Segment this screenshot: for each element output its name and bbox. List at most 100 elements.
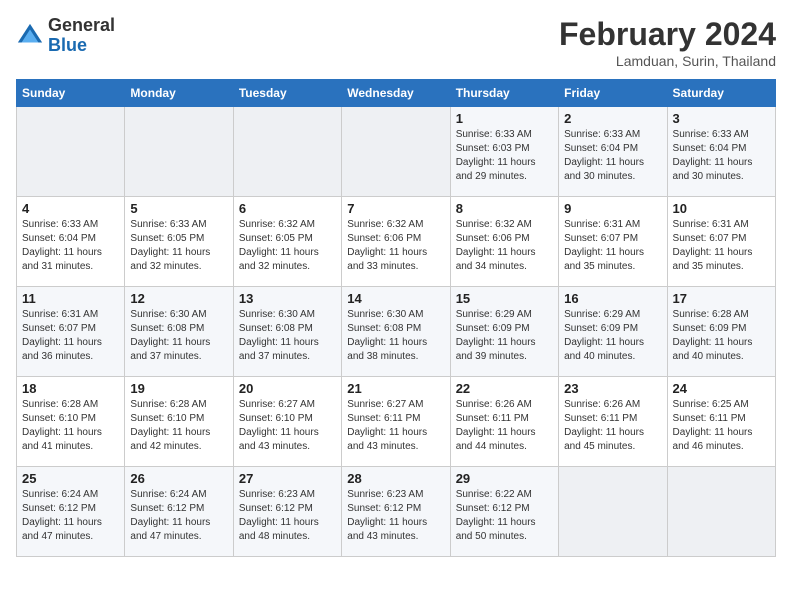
calendar-cell: 22Sunrise: 6:26 AM Sunset: 6:11 PM Dayli… — [450, 377, 558, 467]
calendar-cell: 14 Sunrise: 6:30 AM Sunset: 6:08 PM Dayli… — [342, 287, 450, 377]
calendar-cell — [667, 467, 775, 557]
day-number: 11 — [22, 291, 119, 306]
day-number: 22 — [456, 381, 553, 396]
calendar-cell: 2Sunrise: 6:33 AM Sunset: 6:04 PM Daylig… — [559, 107, 667, 197]
day-number: 26 — [130, 471, 227, 486]
calendar-cell: 13 Sunrise: 6:30 AM Sunset: 6:08 PM Dayli… — [233, 287, 341, 377]
day-info: Sunrise: 6:29 AM Sunset: 6:09 PM Dayligh… — [456, 308, 553, 364]
calendar-week-row: 1 Sunrise: 6:33 AM Sunset: 6:03 PM Daylig… — [17, 107, 776, 197]
day-number: 20 — [239, 381, 336, 396]
day-number: 10 — [673, 201, 770, 216]
day-info: Sunrise: 6:32 AM Sunset: 6:06 PM Dayligh… — [347, 218, 444, 274]
day-number: 18 — [22, 381, 119, 396]
day-number: 5 — [130, 201, 227, 216]
day-number: 19 — [130, 381, 227, 396]
day-info: Sunrise: 6:31 AM Sunset: 6:07 PM Dayligh… — [22, 308, 119, 364]
day-number: 12 — [130, 291, 227, 306]
calendar-cell — [125, 107, 233, 197]
day-number: 17 — [673, 291, 770, 306]
calendar-cell: 7 Sunrise: 6:32 AM Sunset: 6:06 PM Daylig… — [342, 197, 450, 287]
title-block: February 2024 Lamduan, Surin, Thailand — [559, 16, 776, 69]
calendar-cell: 6 Sunrise: 6:32 AM Sunset: 6:05 PM Daylig… — [233, 197, 341, 287]
day-info: Sunrise: 6:24 AM Sunset: 6:12 PM Dayligh… — [22, 488, 119, 544]
day-number: 15 — [456, 291, 553, 306]
day-info: Sunrise: 6:33 AM Sunset: 6:04 PM Dayligh… — [673, 128, 770, 184]
calendar-cell: 25 Sunrise: 6:24 AM Sunset: 6:12 PM Dayli… — [17, 467, 125, 557]
day-number: 13 — [239, 291, 336, 306]
calendar-cell: 17 Sunrise: 6:28 AM Sunset: 6:09 PM Dayli… — [667, 287, 775, 377]
calendar-week-row: 11 Sunrise: 6:31 AM Sunset: 6:07 PM Dayli… — [17, 287, 776, 377]
day-info: Sunrise: 6:33 AM Sunset: 6:04 PM Dayligh… — [22, 218, 119, 274]
day-number: 2 — [564, 111, 661, 126]
calendar-cell: 4 Sunrise: 6:33 AM Sunset: 6:04 PM Daylig… — [17, 197, 125, 287]
calendar-cell: 21Sunrise: 6:27 AM Sunset: 6:11 PM Dayli… — [342, 377, 450, 467]
calendar-cell: 23 Sunrise: 6:26 AM Sunset: 6:11 PM Dayli… — [559, 377, 667, 467]
day-number: 23 — [564, 381, 661, 396]
day-number: 3 — [673, 111, 770, 126]
calendar-cell: 28Sunrise: 6:23 AM Sunset: 6:12 PM Dayli… — [342, 467, 450, 557]
weekday-header: Tuesday — [233, 80, 341, 107]
day-number: 28 — [347, 471, 444, 486]
day-number: 21 — [347, 381, 444, 396]
calendar-cell: 18 Sunrise: 6:28 AM Sunset: 6:10 PM Dayli… — [17, 377, 125, 467]
day-number: 7 — [347, 201, 444, 216]
day-info: Sunrise: 6:30 AM Sunset: 6:08 PM Dayligh… — [130, 308, 227, 364]
calendar-cell: 20 Sunrise: 6:27 AM Sunset: 6:10 PM Dayli… — [233, 377, 341, 467]
weekday-header: Wednesday — [342, 80, 450, 107]
calendar-cell: 29 Sunrise: 6:22 AM Sunset: 6:12 PM Dayli… — [450, 467, 558, 557]
page-header: General Blue February 2024 Lamduan, Suri… — [16, 16, 776, 69]
day-number: 8 — [456, 201, 553, 216]
day-info: Sunrise: 6:32 AM Sunset: 6:06 PM Dayligh… — [456, 218, 553, 274]
calendar-cell: 10Sunrise: 6:31 AM Sunset: 6:07 PM Dayli… — [667, 197, 775, 287]
day-info: Sunrise: 6:33 AM Sunset: 6:03 PM Dayligh… — [456, 128, 553, 184]
calendar-cell: 26 Sunrise: 6:24 AM Sunset: 6:12 PM Dayli… — [125, 467, 233, 557]
weekday-header: Saturday — [667, 80, 775, 107]
calendar-week-row: 18 Sunrise: 6:28 AM Sunset: 6:10 PM Dayli… — [17, 377, 776, 467]
day-info: Sunrise: 6:26 AM Sunset: 6:11 PM Dayligh… — [564, 398, 661, 454]
weekday-header: Thursday — [450, 80, 558, 107]
day-number: 24 — [673, 381, 770, 396]
calendar-cell — [17, 107, 125, 197]
calendar-cell: 12 Sunrise: 6:30 AM Sunset: 6:08 PM Dayli… — [125, 287, 233, 377]
calendar-cell — [233, 107, 341, 197]
day-info: Sunrise: 6:28 AM Sunset: 6:09 PM Dayligh… — [673, 308, 770, 364]
calendar-cell — [559, 467, 667, 557]
location-subtitle: Lamduan, Surin, Thailand — [559, 53, 776, 69]
day-info: Sunrise: 6:25 AM Sunset: 6:11 PM Dayligh… — [673, 398, 770, 454]
calendar-cell: 9 Sunrise: 6:31 AM Sunset: 6:07 PM Daylig… — [559, 197, 667, 287]
calendar-cell: 3 Sunrise: 6:33 AM Sunset: 6:04 PM Daylig… — [667, 107, 775, 197]
day-info: Sunrise: 6:27 AM Sunset: 6:10 PM Dayligh… — [239, 398, 336, 454]
day-info: Sunrise: 6:30 AM Sunset: 6:08 PM Dayligh… — [347, 308, 444, 364]
day-info: Sunrise: 6:22 AM Sunset: 6:12 PM Dayligh… — [456, 488, 553, 544]
logo-icon — [16, 22, 44, 50]
day-number: 25 — [22, 471, 119, 486]
calendar-cell: 16Sunrise: 6:29 AM Sunset: 6:09 PM Dayli… — [559, 287, 667, 377]
calendar-week-row: 4 Sunrise: 6:33 AM Sunset: 6:04 PM Daylig… — [17, 197, 776, 287]
day-number: 1 — [456, 111, 553, 126]
day-number: 6 — [239, 201, 336, 216]
day-info: Sunrise: 6:24 AM Sunset: 6:12 PM Dayligh… — [130, 488, 227, 544]
calendar-cell: 1 Sunrise: 6:33 AM Sunset: 6:03 PM Daylig… — [450, 107, 558, 197]
day-number: 4 — [22, 201, 119, 216]
calendar-cell — [342, 107, 450, 197]
day-info: Sunrise: 6:33 AM Sunset: 6:05 PM Dayligh… — [130, 218, 227, 274]
calendar-cell: 19Sunrise: 6:28 AM Sunset: 6:10 PM Dayli… — [125, 377, 233, 467]
calendar-table: SundayMondayTuesdayWednesdayThursdayFrid… — [16, 79, 776, 557]
day-info: Sunrise: 6:28 AM Sunset: 6:10 PM Dayligh… — [22, 398, 119, 454]
day-info: Sunrise: 6:30 AM Sunset: 6:08 PM Dayligh… — [239, 308, 336, 364]
calendar-cell: 11 Sunrise: 6:31 AM Sunset: 6:07 PM Dayli… — [17, 287, 125, 377]
day-info: Sunrise: 6:31 AM Sunset: 6:07 PM Dayligh… — [564, 218, 661, 274]
logo: General Blue — [16, 16, 115, 56]
day-number: 16 — [564, 291, 661, 306]
logo-text: General Blue — [48, 16, 115, 56]
calendar-cell: 8 Sunrise: 6:32 AM Sunset: 6:06 PM Daylig… — [450, 197, 558, 287]
weekday-header: Monday — [125, 80, 233, 107]
day-number: 14 — [347, 291, 444, 306]
month-title: February 2024 — [559, 16, 776, 53]
day-number: 9 — [564, 201, 661, 216]
weekday-header: Sunday — [17, 80, 125, 107]
calendar-cell: 5 Sunrise: 6:33 AM Sunset: 6:05 PM Daylig… — [125, 197, 233, 287]
day-info: Sunrise: 6:32 AM Sunset: 6:05 PM Dayligh… — [239, 218, 336, 274]
day-info: Sunrise: 6:23 AM Sunset: 6:12 PM Dayligh… — [239, 488, 336, 544]
day-number: 29 — [456, 471, 553, 486]
